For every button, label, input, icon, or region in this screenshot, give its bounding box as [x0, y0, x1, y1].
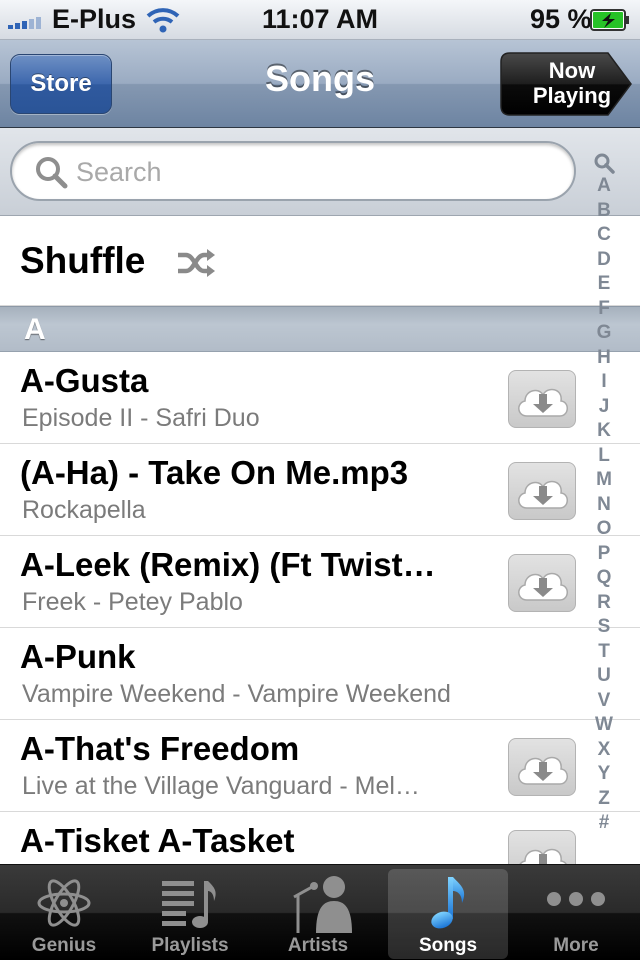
index-letter[interactable]: A	[588, 174, 620, 199]
tab-songs[interactable]: Songs	[388, 869, 508, 959]
section-header: A	[0, 306, 640, 352]
song-title: A-Punk	[20, 638, 136, 675]
tab-label: Playlists	[151, 935, 229, 956]
song-subtitle: Rockapella	[22, 496, 146, 524]
index-letter[interactable]: Y	[588, 762, 620, 787]
index-letter[interactable]: H	[588, 346, 620, 371]
index-letter[interactable]: R	[588, 591, 620, 616]
tab-label: Genius	[31, 935, 97, 956]
cloud-download-button[interactable]	[508, 738, 576, 796]
index-letter[interactable]: X	[588, 738, 620, 763]
cloud-download-button[interactable]	[508, 370, 576, 428]
index-letter[interactable]: K	[588, 419, 620, 444]
index-letter[interactable]: D	[588, 248, 620, 273]
now-playing-line1: Now	[548, 58, 596, 83]
song-subtitle: Episode II - Safri Duo	[22, 404, 260, 432]
cloud-download-icon	[518, 756, 568, 785]
index-letter[interactable]: N	[588, 493, 620, 518]
status-bar: E-Plus 11:07 AM 95 %	[0, 0, 640, 40]
song-row[interactable]: (A-Ha) - Take On Me.mp3 Rockapella	[0, 444, 640, 536]
index-letter[interactable]: V	[588, 689, 620, 714]
index-letter[interactable]: U	[588, 664, 620, 689]
music-note-icon	[431, 877, 465, 929]
index-letter[interactable]: L	[588, 444, 620, 469]
tab-label: Songs	[418, 935, 478, 956]
navigation-bar: Store Songs Now Playing	[0, 40, 640, 128]
index-letter[interactable]: C	[588, 223, 620, 248]
song-title: A-Tisket A-Tasket	[20, 822, 295, 859]
index-letter[interactable]: #	[588, 811, 620, 836]
song-row[interactable]: A-Gusta Episode II - Safri Duo	[0, 352, 640, 444]
search-field[interactable]	[10, 141, 576, 201]
song-title: (A-Ha) - Take On Me.mp3	[20, 454, 409, 491]
index-letter[interactable]: F	[588, 297, 620, 322]
index-letter[interactable]: Q	[588, 566, 620, 591]
cloud-download-icon	[518, 572, 568, 601]
index-letter[interactable]: E	[588, 272, 620, 297]
cloud-download-icon	[518, 388, 568, 417]
battery-percent: 95 %	[530, 4, 592, 34]
atom-icon	[37, 879, 91, 927]
cloud-download-button[interactable]	[508, 830, 576, 864]
index-letter[interactable]: J	[588, 395, 620, 420]
tab-label: Artists	[287, 935, 349, 956]
store-button[interactable]: Store	[10, 54, 112, 114]
song-row[interactable]: A-That's Freedom Live at the Village Van…	[0, 720, 640, 812]
singer-icon	[293, 876, 352, 933]
index-letter[interactable]: O	[588, 517, 620, 542]
search-bar	[0, 128, 640, 216]
more-dots-icon	[547, 892, 605, 906]
index-letter[interactable]: W	[588, 713, 620, 738]
tab-artists[interactable]: Artists	[258, 869, 378, 959]
index-letter[interactable]: G	[588, 321, 620, 346]
index-letter[interactable]: T	[588, 640, 620, 665]
song-row[interactable]: A-Tisket A-Tasket	[0, 812, 640, 864]
index-letter[interactable]: S	[588, 615, 620, 640]
section-index-bar[interactable]: A B C D E F G H I J K L M N O P Q R S T …	[588, 150, 620, 840]
tab-bar: Genius Playlists Artists Songs More	[0, 864, 640, 960]
tab-genius[interactable]: Genius	[4, 869, 124, 959]
shuffle-label: Shuffle	[20, 240, 146, 281]
index-letter[interactable]: Z	[588, 787, 620, 812]
song-subtitle: Vampire Weekend - Vampire Weekend	[22, 680, 451, 708]
song-subtitle: Live at the Village Vanguard - Mel…	[22, 772, 420, 800]
tab-label: More	[553, 935, 599, 956]
cloud-download-icon	[519, 848, 567, 864]
song-title: A-That's Freedom	[20, 730, 300, 767]
song-row[interactable]: A-Punk Vampire Weekend - Vampire Weekend	[0, 628, 640, 720]
index-search-icon[interactable]	[593, 152, 615, 174]
now-playing-line2: Playing	[532, 83, 612, 108]
index-letter[interactable]: B	[588, 199, 620, 224]
battery-charging-icon	[590, 9, 629, 31]
now-playing-button[interactable]: Now Playing	[500, 52, 632, 116]
now-playing-label: Now Playing	[516, 58, 628, 108]
shuffle-icon	[178, 249, 215, 277]
index-letter[interactable]: P	[588, 542, 620, 567]
cloud-download-icon	[518, 480, 568, 509]
song-list: A-Gusta Episode II - Safri Duo (A-Ha) - …	[0, 352, 640, 864]
cloud-download-button[interactable]	[508, 554, 576, 612]
song-row[interactable]: A-Leek (Remix) (Ft Twist… Freek - Petey …	[0, 536, 640, 628]
index-letter[interactable]: M	[588, 468, 620, 493]
cloud-download-button[interactable]	[508, 462, 576, 520]
page-title: Songs	[264, 58, 375, 99]
song-title: A-Gusta	[20, 362, 149, 399]
section-header-letter: A	[24, 313, 46, 346]
search-icon	[36, 157, 68, 189]
shuffle-row[interactable]: Shuffle	[0, 216, 640, 306]
song-title: A-Leek (Remix) (Ft Twist…	[20, 546, 436, 583]
index-letter[interactable]: I	[588, 370, 620, 395]
tab-playlists[interactable]: Playlists	[130, 869, 250, 959]
tab-more[interactable]: More	[516, 869, 636, 959]
song-subtitle: Freek - Petey Pablo	[22, 588, 243, 616]
search-input[interactable]	[74, 149, 554, 195]
playlist-icon	[162, 881, 216, 928]
